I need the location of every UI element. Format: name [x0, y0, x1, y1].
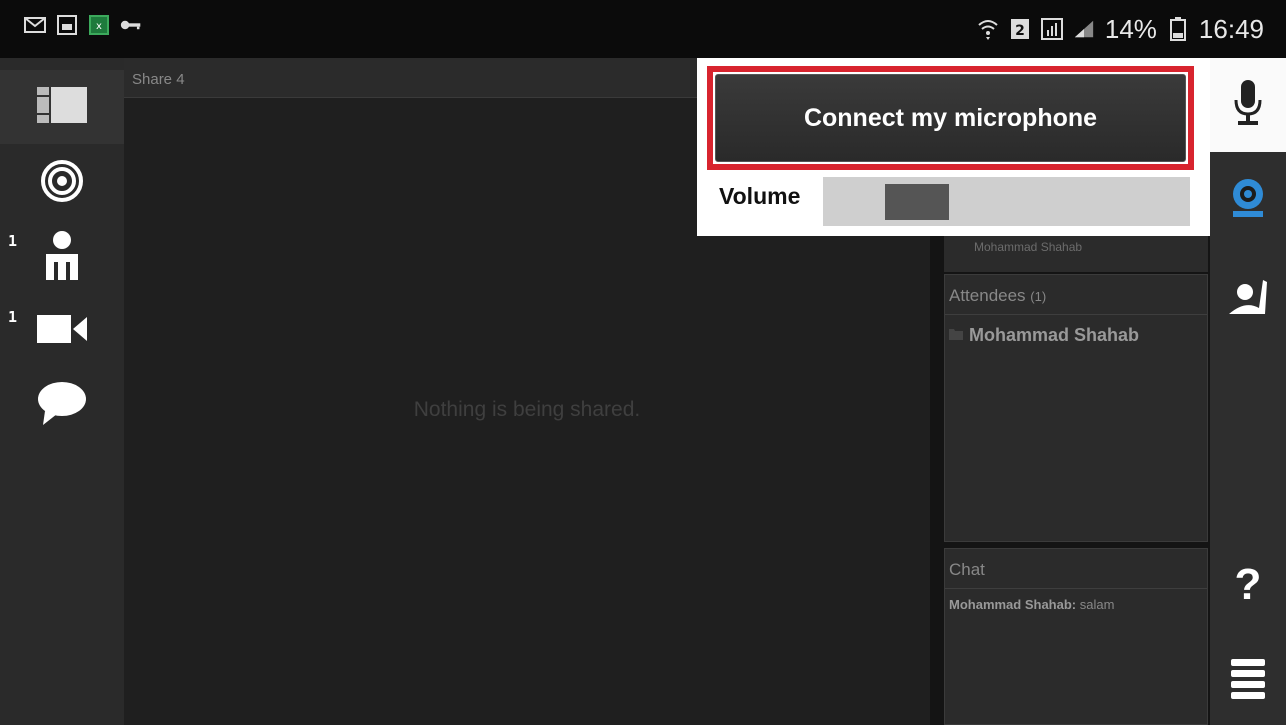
chat-header: Chat [945, 549, 1207, 589]
microphone-button[interactable] [1210, 58, 1286, 152]
camera-name: Mohammad Shahab [974, 240, 1083, 254]
microphone-icon [1233, 79, 1263, 131]
webcam-button[interactable] [1210, 168, 1286, 232]
mail-icon [24, 14, 46, 36]
right-toolbar: ? [1210, 58, 1286, 725]
signal-icon [1073, 18, 1095, 40]
clock: 16:49 [1198, 13, 1264, 44]
attendees-title: Attendees [949, 286, 1026, 305]
chat-pod: Chat Mohammad Shahab: salam [944, 548, 1208, 725]
battery-icon [1167, 17, 1189, 41]
broadcast-icon [40, 159, 84, 208]
volume-label: Volume [719, 183, 801, 209]
broadcast-button[interactable] [0, 146, 124, 220]
volume-slider[interactable] [823, 177, 1190, 226]
layout-button[interactable] [0, 70, 124, 144]
folder-icon [949, 327, 963, 345]
chat-text: salam [1079, 597, 1115, 612]
camera-icon [37, 313, 87, 350]
attendees-icon [42, 230, 82, 285]
wifi-icon [977, 18, 999, 40]
battery-percent: 14% [1104, 13, 1157, 44]
share-empty-message: Nothing is being shared. [413, 398, 641, 421]
status-bar: x 2 14% 16:49 [0, 0, 1286, 58]
raise-hand-icon [1225, 274, 1271, 325]
attendee-row[interactable]: Mohammad Shahab [949, 325, 1139, 346]
raise-hand-button[interactable] [1210, 264, 1286, 334]
attendee-name: Mohammad Shahab [969, 325, 1140, 345]
left-sidebar: 1 1 [0, 58, 124, 725]
image-icon [56, 14, 78, 36]
camera-badge: 1 [8, 308, 18, 326]
volume-slider-thumb[interactable] [885, 184, 949, 220]
menu-icon [1231, 657, 1265, 706]
menu-button[interactable] [1210, 646, 1286, 716]
chat-message: Mohammad Shahab: salam [949, 597, 1114, 612]
chat-sender: Mohammad Shahab: [949, 597, 1077, 612]
attendees-badge: 1 [8, 232, 18, 250]
svg-text:x: x [96, 21, 102, 32]
data-icon [1040, 18, 1063, 40]
connect-microphone-button[interactable]: Connect my microphone [715, 74, 1186, 162]
attendees-count: (1) [1030, 289, 1047, 304]
share-title: Share 4 [132, 71, 185, 88]
microphone-popover: Connect my microphone Volume [697, 58, 1210, 236]
svg-text:2: 2 [1015, 23, 1025, 39]
notification-icons: x [24, 14, 142, 36]
sim-icon: 2 [1009, 18, 1031, 40]
attendees-header: Attendees (1) [945, 275, 1207, 315]
chat-title: Chat [949, 560, 985, 579]
key-icon [120, 14, 142, 36]
highlight-box: Connect my microphone [707, 66, 1194, 170]
spreadsheet-icon: x [88, 14, 110, 36]
attendees-button[interactable]: 1 [0, 220, 124, 294]
layout-icon [37, 86, 87, 128]
chat-button[interactable] [0, 368, 124, 442]
attendees-pod: Attendees (1) Mohammad Shahab [944, 274, 1208, 542]
chat-icon [37, 381, 87, 430]
camera-button[interactable]: 1 [0, 294, 124, 368]
system-status: 2 14% 16:49 [977, 8, 1264, 50]
help-button[interactable]: ? [1210, 548, 1286, 622]
webcam-icon [1229, 177, 1267, 224]
